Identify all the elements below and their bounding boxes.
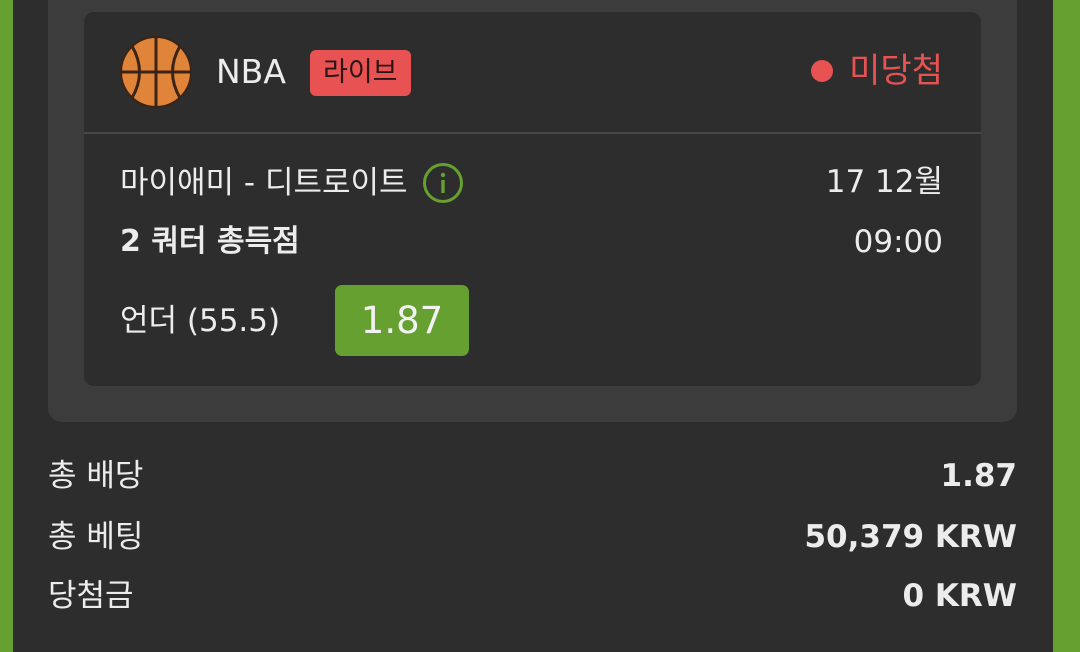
match-date: 17 12월 xyxy=(825,164,943,200)
bet-header: NBA 라이브 미당첨 xyxy=(84,12,981,134)
basketball-icon xyxy=(120,36,192,108)
bet-card: NBA 라이브 미당첨 마이애미 - 디트로이트 17 12월 2 쿼터 총득점… xyxy=(48,0,1017,422)
match-row: 마이애미 - 디트로이트 xyxy=(120,162,464,204)
odds-button[interactable]: 1.87 xyxy=(335,285,469,356)
live-badge: 라이브 xyxy=(310,50,411,96)
selection-label: 언더 (55.5) xyxy=(120,303,281,339)
info-icon[interactable] xyxy=(422,162,464,204)
total-stake-value: 50,379 KRW xyxy=(804,519,1017,555)
total-stake-row: 총 베팅 50,379 KRW xyxy=(48,513,1017,561)
status-label: 미당첨 xyxy=(849,51,943,91)
status-dot-icon xyxy=(811,60,834,82)
bet-selection-card: NBA 라이브 미당첨 마이애미 - 디트로이트 17 12월 2 쿼터 총득점… xyxy=(84,12,981,386)
total-stake-label: 총 베팅 xyxy=(48,519,144,555)
league-name: NBA xyxy=(216,52,286,91)
match-time: 09:00 xyxy=(853,224,943,260)
winnings-label: 당첨금 xyxy=(48,578,134,614)
bet-history-panel: NBA 라이브 미당첨 마이애미 - 디트로이트 17 12월 2 쿼터 총득점… xyxy=(13,0,1053,652)
total-odds-label: 총 배당 xyxy=(48,458,144,494)
total-odds-row: 총 배당 1.87 xyxy=(48,452,1017,500)
total-odds-value: 1.87 xyxy=(940,458,1018,494)
winnings-row: 당첨금 0 KRW xyxy=(48,572,1017,620)
match-name: 마이애미 - 디트로이트 xyxy=(120,165,408,201)
bet-status: 미당첨 xyxy=(811,49,943,93)
market-name: 2 쿼터 총득점 xyxy=(120,224,300,259)
winnings-value: 0 KRW xyxy=(902,578,1017,614)
